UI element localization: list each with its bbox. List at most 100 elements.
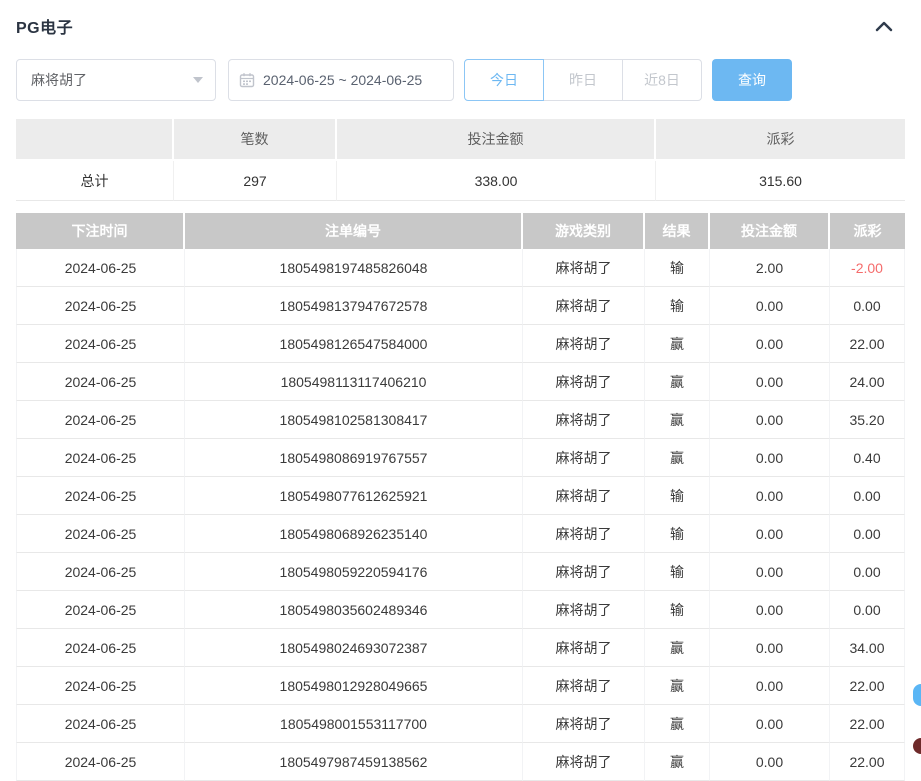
- bet-time-cell: 2024-06-25: [16, 477, 185, 515]
- bet-amount-cell: 0.00: [710, 477, 830, 515]
- floating-widget-dark[interactable]: [913, 738, 921, 754]
- game-type-cell: 麻将胡了: [523, 591, 645, 629]
- bet-amount-cell: 0.00: [710, 363, 830, 401]
- bet-id-cell: 1805498126547584000: [185, 325, 523, 363]
- bet-id-cell: 1805498102581308417: [185, 401, 523, 439]
- quick-range-button[interactable]: 近8日: [622, 59, 702, 101]
- payout-cell: 0.00: [830, 553, 905, 591]
- game-select[interactable]: 麻将胡了: [16, 59, 216, 101]
- column-header: 派彩: [656, 119, 905, 161]
- result-cell: 输: [645, 249, 710, 287]
- payout-cell: 0.40: [830, 439, 905, 477]
- result-cell: 赢: [645, 743, 710, 781]
- quick-range-button[interactable]: 今日: [464, 59, 544, 101]
- column-header: 投注金额: [710, 213, 830, 249]
- table-row: 2024-06-251805498068926235140麻将胡了输0.000.…: [16, 515, 905, 553]
- summary-header-row: 笔数投注金额派彩: [16, 119, 905, 161]
- payout-cell: 34.00: [830, 629, 905, 667]
- bet-id-cell: 1805498035602489346: [185, 591, 523, 629]
- bet-time-cell: 2024-06-25: [16, 363, 185, 401]
- panel-header: PG电子: [0, 0, 921, 38]
- result-cell: 赢: [645, 629, 710, 667]
- bet-id-cell: 1805498024693072387: [185, 629, 523, 667]
- game-type-cell: 麻将胡了: [523, 629, 645, 667]
- bet-time-cell: 2024-06-25: [16, 705, 185, 743]
- payout-cell: 0.00: [830, 477, 905, 515]
- bet-time-cell: 2024-06-25: [16, 629, 185, 667]
- date-range-value: 2024-06-25 ~ 2024-06-25: [263, 72, 422, 88]
- bet-id-cell: 1805498113117406210: [185, 363, 523, 401]
- bet-id-cell: 1805497987459138562: [185, 743, 523, 781]
- table-row: 2024-06-251805498086919767557麻将胡了赢0.000.…: [16, 439, 905, 477]
- result-cell: 输: [645, 287, 710, 325]
- bet-amount-cell: 0.00: [710, 439, 830, 477]
- payout-cell: 22.00: [830, 743, 905, 781]
- bet-time-cell: 2024-06-25: [16, 287, 185, 325]
- game-type-cell: 麻将胡了: [523, 325, 645, 363]
- payout-cell: 22.00: [830, 325, 905, 363]
- summary-table: 笔数投注金额派彩 总计 297 338.00 315.60: [16, 119, 905, 201]
- game-type-cell: 麻将胡了: [523, 401, 645, 439]
- table-row: 2024-06-251805498077612625921麻将胡了输0.000.…: [16, 477, 905, 515]
- game-type-cell: 麻将胡了: [523, 439, 645, 477]
- bet-id-cell: 1805498068926235140: [185, 515, 523, 553]
- date-range-picker[interactable]: 2024-06-25 ~ 2024-06-25: [228, 59, 454, 101]
- chevron-down-icon: [193, 77, 203, 83]
- payout-cell: 24.00: [830, 363, 905, 401]
- column-header: 投注金额: [337, 119, 656, 161]
- collapse-chevron-up-icon[interactable]: [873, 15, 895, 37]
- game-type-cell: 麻将胡了: [523, 667, 645, 705]
- floating-widget-blue[interactable]: [913, 684, 921, 706]
- calendar-icon: [239, 72, 255, 88]
- payout-cell: -2.00: [830, 249, 905, 287]
- bet-time-cell: 2024-06-25: [16, 439, 185, 477]
- result-cell: 输: [645, 591, 710, 629]
- search-button[interactable]: 查询: [712, 59, 792, 101]
- result-cell: 赢: [645, 667, 710, 705]
- bet-id-cell: 1805498059220594176: [185, 553, 523, 591]
- quick-range-button-group: 今日昨日近8日: [464, 59, 702, 101]
- bet-amount-cell: 0.00: [710, 705, 830, 743]
- bet-records-header-row: 下注时间注单编号游戏类别结果投注金额派彩: [16, 213, 905, 249]
- bet-amount-cell: 0.00: [710, 591, 830, 629]
- table-row: 2024-06-251805498102581308417麻将胡了赢0.0035…: [16, 401, 905, 439]
- game-type-cell: 麻将胡了: [523, 515, 645, 553]
- table-row: 2024-06-251805498126547584000麻将胡了赢0.0022…: [16, 325, 905, 363]
- bet-time-cell: 2024-06-25: [16, 249, 185, 287]
- game-select-value: 麻将胡了: [31, 70, 87, 90]
- bet-records-body: 2024-06-251805498197485826048麻将胡了输2.00-2…: [16, 249, 905, 781]
- result-cell: 输: [645, 553, 710, 591]
- bet-amount-cell: 0.00: [710, 553, 830, 591]
- summary-total-label: 总计: [16, 161, 174, 201]
- bet-id-cell: 1805498086919767557: [185, 439, 523, 477]
- bet-time-cell: 2024-06-25: [16, 401, 185, 439]
- quick-range-button[interactable]: 昨日: [543, 59, 623, 101]
- payout-cell: 0.00: [830, 515, 905, 553]
- bet-time-cell: 2024-06-25: [16, 743, 185, 781]
- game-type-cell: 麻将胡了: [523, 705, 645, 743]
- bet-amount-cell: 0.00: [710, 743, 830, 781]
- payout-cell: 22.00: [830, 705, 905, 743]
- bet-time-cell: 2024-06-25: [16, 591, 185, 629]
- result-cell: 赢: [645, 401, 710, 439]
- result-cell: 输: [645, 477, 710, 515]
- result-cell: 赢: [645, 705, 710, 743]
- bet-id-cell: 1805498137947672578: [185, 287, 523, 325]
- table-row: 2024-06-251805498035602489346麻将胡了输0.000.…: [16, 591, 905, 629]
- table-row: 2024-06-251805498137947672578麻将胡了输0.000.…: [16, 287, 905, 325]
- table-row: 2024-06-251805498001553117700麻将胡了赢0.0022…: [16, 705, 905, 743]
- table-row: 2024-06-251805497987459138562麻将胡了赢0.0022…: [16, 743, 905, 781]
- bet-id-cell: 1805498001553117700: [185, 705, 523, 743]
- column-header: 笔数: [174, 119, 337, 161]
- summary-total-row: 总计 297 338.00 315.60: [16, 161, 905, 201]
- result-cell: 输: [645, 515, 710, 553]
- bet-records-table: 下注时间注单编号游戏类别结果投注金额派彩 2024-06-25180549819…: [16, 213, 905, 781]
- column-header: 派彩: [830, 213, 905, 249]
- filter-bar: 麻将胡了 2024-06-25 ~ 2024-06-25 今日昨日近8日 查询: [16, 59, 905, 101]
- column-header: 注单编号: [185, 213, 523, 249]
- payout-cell: 0.00: [830, 591, 905, 629]
- game-type-cell: 麻将胡了: [523, 249, 645, 287]
- bet-amount-cell: 0.00: [710, 515, 830, 553]
- bet-amount-cell: 0.00: [710, 287, 830, 325]
- result-cell: 赢: [645, 363, 710, 401]
